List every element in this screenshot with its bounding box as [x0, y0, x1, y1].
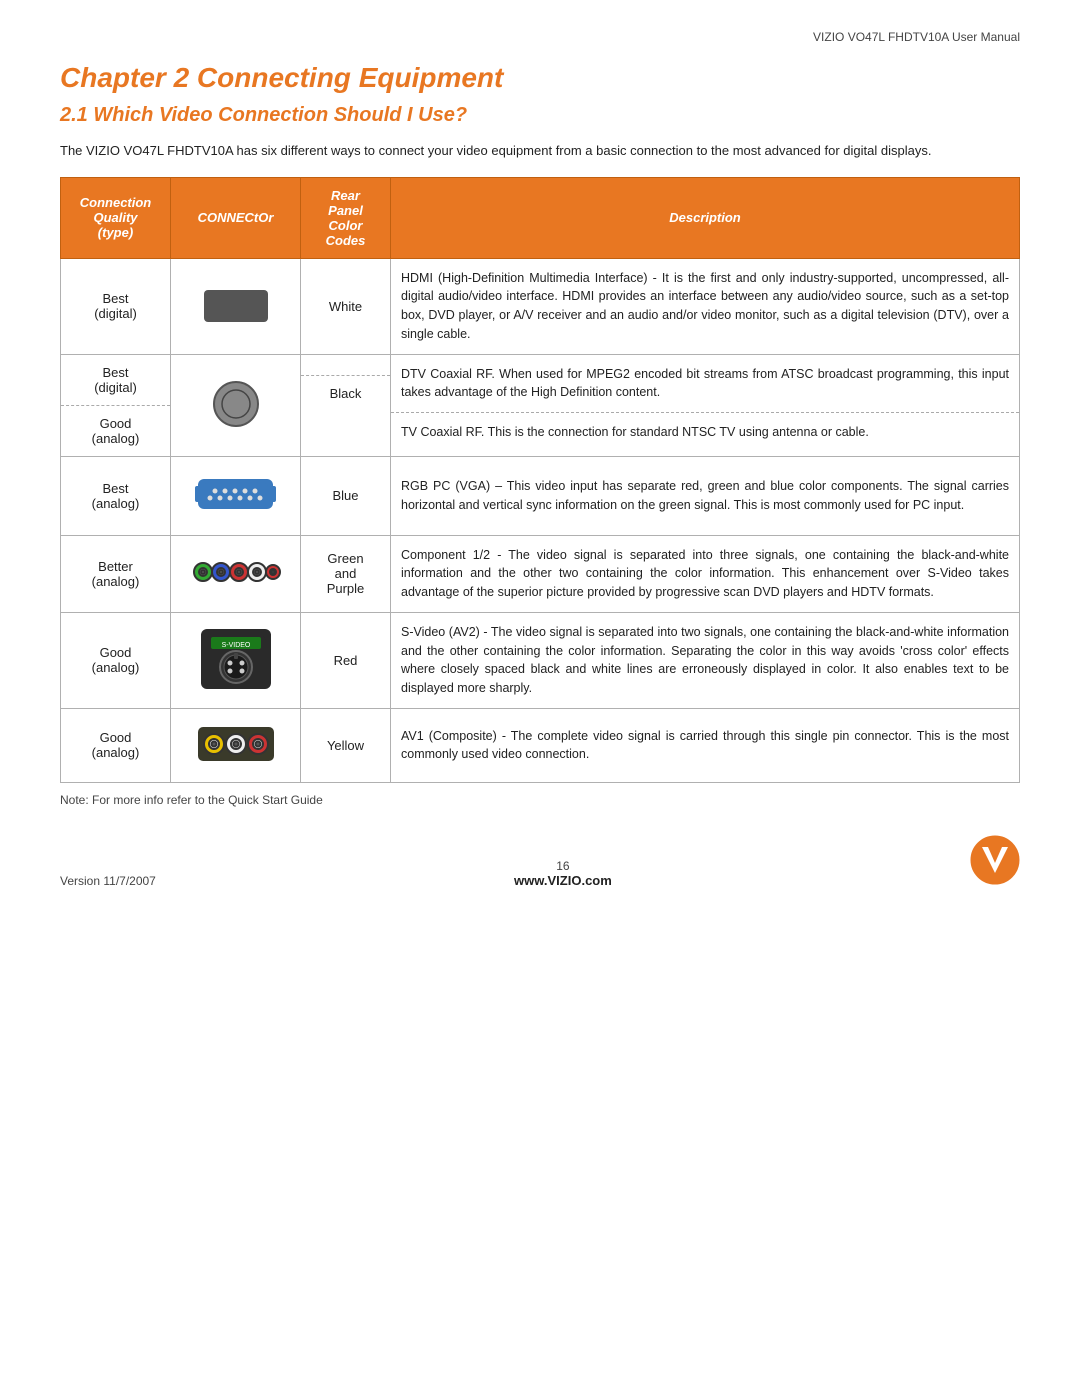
quality-cell: Best(digital) Good(analog) — [61, 354, 171, 456]
component-icon — [191, 547, 281, 597]
vizio-logo-icon — [970, 835, 1020, 885]
chapter-title: Chapter 2 Connecting Equipment — [60, 62, 1020, 94]
color-cell: GreenandPurple — [301, 535, 391, 612]
quality-cell: Best(digital) — [61, 258, 171, 354]
table-row: Best(digital) Good(analog) Black DTV Coa… — [61, 354, 1020, 456]
page-header: VIZIO VO47L FHDTV10A User Manual — [60, 30, 1020, 44]
coax-icon — [196, 376, 276, 431]
footer-page: 16 — [514, 859, 612, 873]
connector-cell-component — [171, 535, 301, 612]
color-cell: White — [301, 258, 391, 354]
desc-cell: AV1 (Composite) - The complete video sig… — [391, 708, 1020, 782]
section-title: 2.1 Which Video Connection Should I Use? — [60, 104, 1020, 127]
table-row: Best(digital) White HDMI ( — [61, 258, 1020, 354]
color-cell: Red — [301, 612, 391, 708]
table-row: Best(analog) — [61, 456, 1020, 535]
quality-cell: Better(analog) — [61, 535, 171, 612]
color-cell: Black — [301, 354, 391, 456]
table-header-row: ConnectionQuality(type) CONNECtOr RearPa… — [61, 177, 1020, 258]
color-cell: Yellow — [301, 708, 391, 782]
svideo-icon: S-VIDEO — [201, 629, 271, 689]
table-row: Better(analog) — [61, 535, 1020, 612]
connector-cell-composite — [171, 708, 301, 782]
connector-cell-svideo: S-VIDEO — [171, 612, 301, 708]
vga-icon — [193, 467, 278, 522]
quality-cell: Good(analog) — [61, 708, 171, 782]
note-text: Note: For more info refer to the Quick S… — [60, 793, 1020, 807]
footer-version: Version 11/7/2007 — [60, 874, 156, 888]
desc-cell: RGB PC (VGA) – This video input has sepa… — [391, 456, 1020, 535]
th-description: Description — [391, 177, 1020, 258]
footer-website: www.VIZIO.com — [514, 873, 612, 888]
desc-cell: S-Video (AV2) - The video signal is sepa… — [391, 612, 1020, 708]
table-row: Good(analog) S-VIDEO — [61, 612, 1020, 708]
footer-logo — [970, 835, 1020, 888]
desc-cell: Component 1/2 - The video signal is sepa… — [391, 535, 1020, 612]
svg-text:S-VIDEO: S-VIDEO — [221, 642, 250, 649]
color-cell: Blue — [301, 456, 391, 535]
footer-center: 16 www.VIZIO.com — [514, 859, 612, 888]
th-quality: ConnectionQuality(type) — [61, 177, 171, 258]
quality-cell: Best(analog) — [61, 456, 171, 535]
connector-cell-coax — [171, 354, 301, 456]
table-row: Good(analog) — [61, 708, 1020, 782]
hdmi-icon — [196, 280, 276, 330]
connector-cell-vga — [171, 456, 301, 535]
connection-table: ConnectionQuality(type) CONNECtOr RearPa… — [60, 177, 1020, 783]
footer: Version 11/7/2007 16 www.VIZIO.com — [60, 835, 1020, 888]
desc-cell: DTV Coaxial RF. When used for MPEG2 enco… — [391, 354, 1020, 456]
quality-cell: Good(analog) — [61, 612, 171, 708]
connector-cell-hdmi — [171, 258, 301, 354]
th-color: RearPanelColorCodes — [301, 177, 391, 258]
desc-cell: HDMI (High-Definition Multimedia Interfa… — [391, 258, 1020, 354]
th-connector: CONNECtOr — [171, 177, 301, 258]
composite-icon — [196, 719, 276, 769]
intro-text: The VIZIO VO47L FHDTV10A has six differe… — [60, 141, 1020, 161]
